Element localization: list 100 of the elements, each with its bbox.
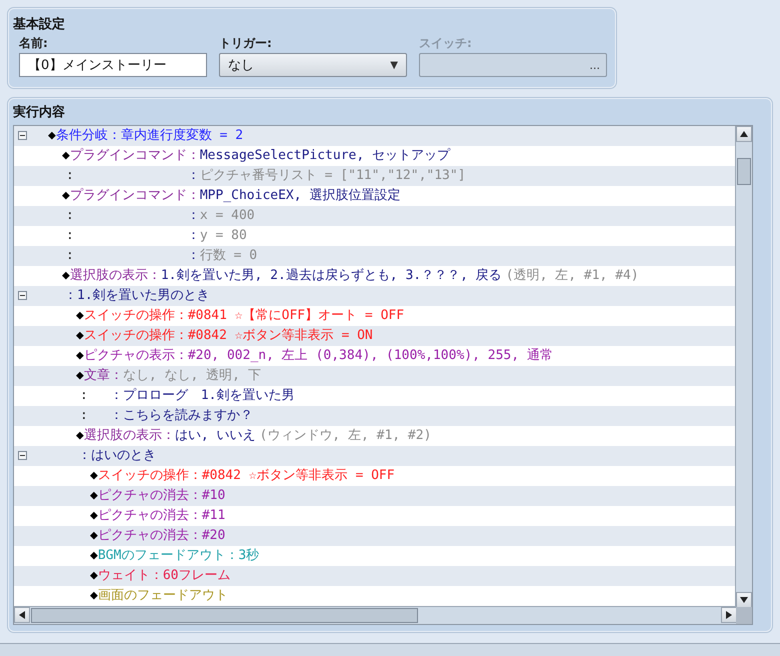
command-note: (ウィンドウ, 左, #1, #2) xyxy=(259,428,432,443)
command-params: y = 80 xyxy=(200,228,247,243)
command-row[interactable]: ◆ウェイト：60フレーム xyxy=(14,566,738,586)
bullet-mark: ◆ xyxy=(62,148,70,163)
command-name: ウェイト： xyxy=(98,568,163,583)
section-title: 基本設定 xyxy=(13,16,66,33)
bullet-mark: ◆ xyxy=(48,128,56,143)
command-params: プロローグ 1.剣を置いた男 xyxy=(122,388,294,403)
command-params: x = 400 xyxy=(200,208,255,223)
command-name: スイッチの操作： xyxy=(84,328,188,343)
command-name: スイッチの操作： xyxy=(84,308,188,323)
command-name: プラグインコマンド： xyxy=(70,188,200,203)
continuation-separator: ： xyxy=(110,387,123,405)
bullet-mark: ◆ xyxy=(90,468,98,483)
command-params: 章内進行度変数 = 2 xyxy=(120,128,244,143)
command-row[interactable]: ◆ピクチャの消去：#20 xyxy=(14,526,738,546)
continuation-mark: : xyxy=(66,167,74,185)
continuation-mark: : xyxy=(66,207,74,225)
field-label: トリガー: xyxy=(219,35,273,52)
bullet-mark: ◆ xyxy=(90,568,98,583)
bullet-mark: ◆ xyxy=(90,528,98,543)
command-params: #10 xyxy=(202,488,226,503)
continuation-mark: : xyxy=(80,407,88,425)
bullet-mark: ◆ xyxy=(90,488,98,503)
command-row[interactable]: : ：ピクチャ番号リスト = ["11","12","13"] xyxy=(14,166,738,186)
bullet-mark: ◆ xyxy=(62,268,70,283)
command-row[interactable]: : ：x = 400 xyxy=(14,206,738,226)
command-name: ピクチャの表示： xyxy=(84,348,188,363)
branch-label: ：はいのとき xyxy=(77,448,156,463)
command-note: (透明, 左, #1, #4) xyxy=(506,268,639,283)
continuation-mark: : xyxy=(66,227,74,245)
bullet-mark: ◆ xyxy=(76,328,84,343)
scrollbar-thumb[interactable] xyxy=(31,608,418,623)
command-params: #0842 ☆ボタン等非表示 = ON xyxy=(188,328,373,343)
command-params: MessageSelectPicture, セットアップ xyxy=(200,148,450,163)
continuation-separator: ： xyxy=(110,407,123,425)
command-params: はい, いいえ xyxy=(174,428,256,443)
command-row[interactable]: ◆文章：なし, なし, 透明, 下 xyxy=(14,366,738,386)
command-params: 行数 = 0 xyxy=(200,248,258,263)
command-params: #20, 002_n, 左上 (0,384), (100%,100%), 255, 通常 xyxy=(188,348,553,363)
left-arrow-icon[interactable] xyxy=(18,610,26,620)
horizontal-scrollbar[interactable] xyxy=(14,606,737,624)
command-name: ピクチャの消去： xyxy=(98,528,202,543)
command-name: BGMのフェードアウト： xyxy=(98,548,238,563)
command-row[interactable]: ◆ピクチャの消去：#10 xyxy=(14,486,738,506)
scrollbar-corner xyxy=(736,607,752,624)
command-name: 文章： xyxy=(84,368,123,383)
continuation-mark: : xyxy=(66,247,74,265)
collapse-icon[interactable] xyxy=(18,291,27,300)
command-name: スイッチの操作： xyxy=(98,468,202,483)
bullet-mark: ◆ xyxy=(76,368,84,383)
bullet-mark: ◆ xyxy=(90,588,98,603)
trigger-dropdown[interactable]: なし ▼ xyxy=(219,53,407,77)
vertical-scrollbar[interactable] xyxy=(735,126,752,608)
bullet-mark: ◆ xyxy=(62,188,70,203)
command-row[interactable]: : ：行数 = 0 xyxy=(14,246,738,266)
bullet-mark: ◆ xyxy=(76,428,84,443)
section-title: 実行内容 xyxy=(13,104,66,121)
scrollbar-thumb[interactable] xyxy=(737,158,751,185)
name-field[interactable]: 【0】メインストーリー xyxy=(19,53,207,77)
command-name: 条件分岐： xyxy=(56,128,121,143)
right-arrow-icon[interactable] xyxy=(725,610,733,620)
up-arrow-icon[interactable] xyxy=(739,130,749,138)
down-arrow-icon[interactable] xyxy=(739,596,749,604)
field-label: 名前: xyxy=(19,35,49,52)
branch-label: ：1.剣を置いた男のとき xyxy=(63,288,210,303)
collapse-icon[interactable] xyxy=(18,131,27,140)
collapse-icon[interactable] xyxy=(18,451,27,460)
command-name: プラグインコマンド： xyxy=(70,148,200,163)
command-row[interactable]: ◆条件分岐：章内進行度変数 = 2 xyxy=(14,126,738,146)
command-params: MPP_ChoiceEX, 選択肢位置設定 xyxy=(200,188,400,203)
command-params: なし, なし, 透明, 下 xyxy=(122,368,261,383)
command-params: こちらを読みますか？ xyxy=(122,408,253,423)
command-row[interactable]: ：はいのとき xyxy=(14,446,738,466)
command-params: #20 xyxy=(202,528,226,543)
command-name: 選択肢の表示： xyxy=(84,428,175,443)
bullet-mark: ◆ xyxy=(76,308,84,323)
command-params: #11 xyxy=(202,508,226,523)
continuation-separator: ： xyxy=(186,207,200,225)
command-name: ピクチャの消去： xyxy=(98,508,202,523)
command-params: ピクチャ番号リスト = ["11","12","13"] xyxy=(200,168,466,183)
continuation-separator: ： xyxy=(186,167,200,185)
command-name: 画面のフェードアウト xyxy=(98,588,228,603)
bullet-mark: ◆ xyxy=(90,548,98,563)
continuation-mark: : xyxy=(80,387,88,405)
field-label: スイッチ: xyxy=(419,35,473,52)
command-row[interactable]: ◆スイッチの操作：#0842 ☆ボタン等非表示 = ON xyxy=(14,326,738,346)
bullet-mark: ◆ xyxy=(90,508,98,523)
command-row[interactable]: ：1.剣を置いた男のとき xyxy=(14,286,738,306)
command-name: ピクチャの消去： xyxy=(98,488,202,503)
continuation-separator: ： xyxy=(186,227,200,245)
continuation-separator: ： xyxy=(186,247,200,265)
command-params: 1.剣を置いた男, 2.過去は戻らずとも, 3.？？？, 戻る xyxy=(160,268,502,283)
command-params: 60フレーム xyxy=(162,568,230,583)
command-name: 選択肢の表示： xyxy=(70,268,161,283)
command-row[interactable]: : ：こちらを読みますか？ xyxy=(14,406,738,426)
command-params: #0842 ☆ボタン等非表示 = OFF xyxy=(202,468,395,483)
bullet-mark: ◆ xyxy=(76,348,84,363)
command-params: #0841 ☆【常にOFF】オート = OFF xyxy=(188,308,404,323)
command-params: 3秒 xyxy=(238,548,260,563)
